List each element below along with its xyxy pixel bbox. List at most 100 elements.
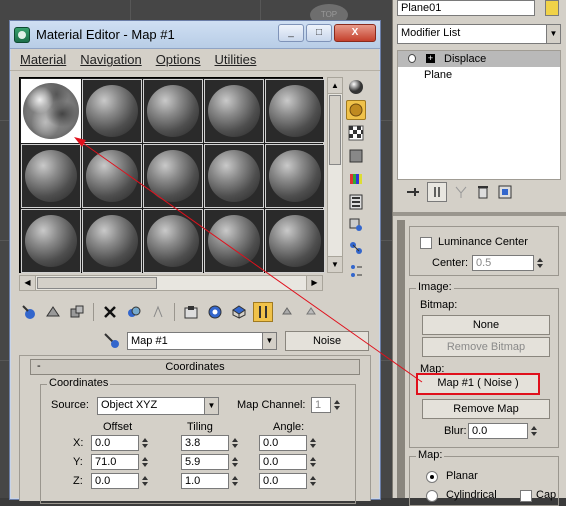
offset-x-spinner[interactable] xyxy=(141,435,149,451)
material-id-channel-icon[interactable] xyxy=(181,302,201,322)
put-to-scene-icon[interactable] xyxy=(43,302,63,322)
scroll-thumb[interactable] xyxy=(37,277,157,289)
stack-item-plane[interactable]: Plane xyxy=(398,67,560,83)
sample-slot[interactable] xyxy=(265,209,325,273)
tiling-x-input[interactable]: 3.8 xyxy=(181,435,229,451)
angle-x-input[interactable]: 0.0 xyxy=(259,435,307,451)
coordinates-rollout-header[interactable]: - Coordinates xyxy=(30,359,360,375)
menu-utilities[interactable]: Utilities xyxy=(215,52,257,67)
backlight-icon[interactable] xyxy=(346,100,366,120)
bitmap-button[interactable]: None xyxy=(422,315,550,335)
map-channel-spinner[interactable] xyxy=(333,397,341,413)
sample-slot[interactable] xyxy=(204,144,264,208)
sample-slot[interactable] xyxy=(204,209,264,273)
go-to-parent-icon[interactable] xyxy=(253,302,273,322)
rollout-collapse-icon[interactable]: - xyxy=(37,359,41,373)
angle-y-input[interactable]: 0.0 xyxy=(259,454,307,470)
scroll-left-icon[interactable]: ◀ xyxy=(20,276,36,290)
blur-input[interactable]: 0.0 xyxy=(468,423,528,439)
sample-slot[interactable] xyxy=(21,209,81,273)
expand-icon[interactable]: + xyxy=(426,54,435,63)
angle-y-spinner[interactable] xyxy=(309,454,317,470)
remove-bitmap-button[interactable]: Remove Bitmap xyxy=(422,337,550,357)
tiling-z-input[interactable]: 1.0 xyxy=(181,473,229,489)
pin-stack-icon[interactable] xyxy=(405,184,421,200)
get-material-icon[interactable] xyxy=(19,302,39,322)
tiling-y-input[interactable]: 5.9 xyxy=(181,454,229,470)
chevron-down-icon[interactable]: ▼ xyxy=(546,25,560,43)
sample-slot[interactable] xyxy=(82,144,142,208)
options-icon[interactable] xyxy=(346,215,366,235)
lightbulb-icon[interactable] xyxy=(408,54,416,63)
sample-slot[interactable] xyxy=(143,79,203,143)
modifier-list-dropdown[interactable]: Modifier List ▼ xyxy=(397,24,561,44)
tiling-y-spinner[interactable] xyxy=(231,454,239,470)
sample-slot[interactable] xyxy=(204,79,264,143)
sample-slot[interactable] xyxy=(265,144,325,208)
offset-x-input[interactable]: 0.0 xyxy=(91,435,139,451)
assign-to-selection-icon[interactable] xyxy=(67,302,87,322)
panel-scrollbar[interactable] xyxy=(397,220,405,498)
map-button[interactable]: Map #1 ( Noise ) xyxy=(416,373,540,395)
background-checker-icon[interactable] xyxy=(346,123,366,143)
sample-slot[interactable] xyxy=(82,209,142,273)
maximize-button[interactable]: □ xyxy=(306,24,332,42)
map-type-button[interactable]: Noise xyxy=(285,331,369,351)
map-navigator-icon[interactable] xyxy=(301,302,321,322)
menu-navigation[interactable]: Navigation xyxy=(80,52,141,67)
angle-z-input[interactable]: 0.0 xyxy=(259,473,307,489)
reset-map-icon[interactable] xyxy=(100,302,120,322)
sample-slot[interactable] xyxy=(21,144,81,208)
angle-x-spinner[interactable] xyxy=(309,435,317,451)
show-map-in-viewport-icon[interactable] xyxy=(205,302,225,322)
map-name-dropdown[interactable]: Map #1 ▼ xyxy=(127,332,277,350)
source-dropdown[interactable]: Object XYZ ▼ xyxy=(97,397,219,415)
scroll-thumb[interactable] xyxy=(329,95,341,165)
pick-material-icon[interactable] xyxy=(103,332,121,353)
offset-y-spinner[interactable] xyxy=(141,454,149,470)
configure-modifier-sets-icon[interactable] xyxy=(497,184,513,200)
cylindrical-radio[interactable] xyxy=(426,490,438,502)
close-button[interactable]: X xyxy=(334,24,376,42)
center-spinner[interactable] xyxy=(536,255,544,271)
scroll-down-icon[interactable]: ▼ xyxy=(328,256,342,272)
blur-spinner[interactable] xyxy=(530,423,538,439)
video-color-check-icon[interactable] xyxy=(346,169,366,189)
offset-y-input[interactable]: 71.0 xyxy=(91,454,139,470)
chevron-down-icon[interactable]: ▼ xyxy=(204,398,218,414)
map-channel-input[interactable]: 1 xyxy=(311,397,331,413)
cap-checkbox[interactable] xyxy=(520,490,532,502)
object-name-field[interactable]: Plane01 xyxy=(397,0,535,16)
tiling-x-spinner[interactable] xyxy=(231,435,239,451)
remove-map-button[interactable]: Remove Map xyxy=(422,399,550,419)
stack-item-displace[interactable]: + Displace xyxy=(398,51,560,67)
sample-type-icon[interactable] xyxy=(346,77,366,97)
show-end-result-icon[interactable] xyxy=(229,302,249,322)
slots-horizontal-scrollbar[interactable]: ◀ ▶ xyxy=(19,275,323,291)
select-by-material-icon[interactable] xyxy=(346,238,366,258)
show-end-result-icon[interactable] xyxy=(427,182,447,202)
put-to-library-icon[interactable] xyxy=(148,302,168,322)
object-color-swatch[interactable] xyxy=(545,0,559,16)
sample-slot[interactable] xyxy=(143,144,203,208)
scroll-right-icon[interactable]: ▶ xyxy=(306,276,322,290)
angle-z-spinner[interactable] xyxy=(309,473,317,489)
sample-slot[interactable] xyxy=(143,209,203,273)
offset-z-spinner[interactable] xyxy=(141,473,149,489)
sample-slot-active[interactable] xyxy=(21,79,81,143)
chevron-down-icon[interactable]: ▼ xyxy=(262,333,276,349)
sample-uv-tiling-icon[interactable] xyxy=(346,146,366,166)
go-forward-to-sibling-icon[interactable] xyxy=(277,302,297,322)
remove-modifier-icon[interactable] xyxy=(475,184,491,200)
tiling-z-spinner[interactable] xyxy=(231,473,239,489)
slots-vertical-scrollbar[interactable]: ▲ ▼ xyxy=(327,77,343,273)
menu-options[interactable]: Options xyxy=(156,52,201,67)
planar-radio[interactable] xyxy=(426,471,438,483)
sample-slot[interactable] xyxy=(265,79,325,143)
menu-material[interactable]: Material xyxy=(20,52,66,67)
scroll-up-icon[interactable]: ▲ xyxy=(328,78,342,94)
center-input[interactable]: 0.5 xyxy=(472,255,534,271)
minimize-button[interactable]: _ xyxy=(278,24,304,42)
make-unique-icon[interactable] xyxy=(453,184,469,200)
make-preview-icon[interactable] xyxy=(346,192,366,212)
